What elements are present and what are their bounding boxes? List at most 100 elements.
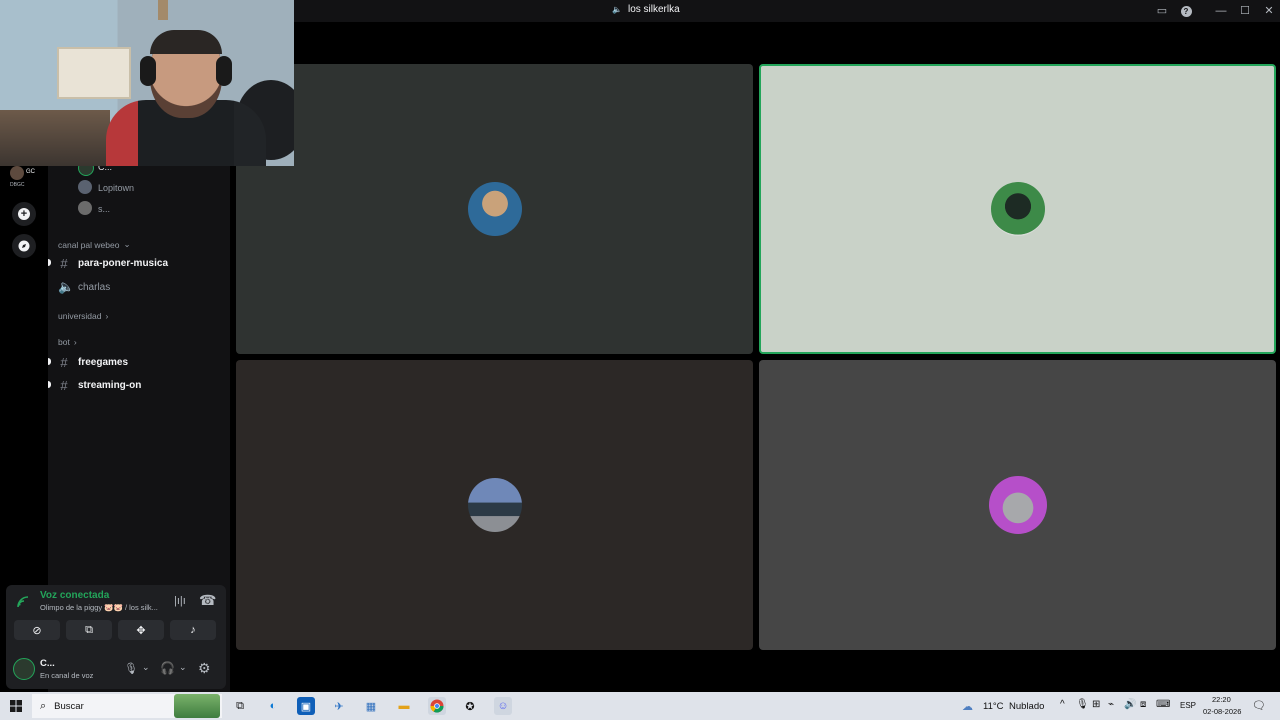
soundboard-icon: ♪ [190,624,196,636]
participant-tile[interactable] [236,360,753,650]
participant-tile[interactable] [759,360,1276,650]
channel-freegames[interactable]: # freegames [58,355,128,370]
server-abbrev: GC [26,169,35,175]
app-icon-2[interactable]: ✪ [461,697,479,715]
soundboard-button[interactable]: ♪ [170,620,216,640]
unread-indicator [48,259,51,266]
voice-member-name[interactable]: s... [98,204,110,214]
disconnect-icon[interactable]: ☎ [199,592,216,609]
webcam-overlay [0,0,294,166]
maximize-button[interactable]: ☐ [1236,3,1254,19]
clock-time[interactable]: 22:20 [1212,695,1231,704]
headphone-right [216,56,232,86]
user-avatar[interactable] [13,658,35,680]
gear-icon[interactable]: ⚙ [198,660,211,677]
user-substatus: En canal de voz [40,671,94,680]
wall-calendar [57,47,131,99]
voice-connection-panel: Voz conectada Olimpo de la piggy 🐷🐷 / lo… [6,585,226,689]
participant-tile-speaking[interactable] [759,64,1276,354]
chrome-icon[interactable] [428,697,446,715]
member-avatar[interactable] [78,180,92,194]
channel-label: para-poner-musica [78,258,169,269]
wall-object [158,0,168,20]
signal-icon[interactable] [16,595,30,609]
search-placeholder: Buscar [54,700,84,712]
category-label: bot [58,337,70,347]
participant-tile[interactable] [236,64,753,354]
server-sub: DBGC [10,182,25,188]
notifications-icon[interactable]: 🗨 [1252,699,1266,712]
server-icon[interactable] [10,166,24,180]
channel-charlas[interactable]: 🔈 charlas [58,279,110,295]
weather-text[interactable]: Nublado [1009,701,1044,712]
help-glyph: ? [1180,6,1192,17]
window-title: 🔈 los silkerlka [612,4,680,15]
participant-avatar [990,182,1045,236]
channel-label: charlas [78,281,111,293]
hash-icon: # [60,256,68,271]
channel-label: freegames [78,357,129,368]
voice-member-name[interactable]: Lopitown [98,183,134,193]
unread-indicator [48,358,51,365]
display-icon[interactable]: ⧈ [1140,699,1146,710]
unread-indicator [48,381,51,388]
chevron-down-icon: ⌄ [123,239,131,249]
store-icon[interactable]: ▣ [297,697,315,715]
microphone-tray-icon[interactable]: 🎙 [1076,699,1089,710]
channel-para-poner-musica[interactable]: # para-poner-musica [58,256,168,271]
channel-streaming-on[interactable]: # streaming-on [58,378,141,393]
voice-channel-icon: 🔈 [612,5,622,14]
headphones-icon[interactable]: 🎧 [160,661,175,675]
network-icon[interactable]: ⌁ [1108,699,1114,710]
app-icon[interactable]: ✈ [330,697,348,715]
task-view-icon[interactable]: ⧉ [231,697,249,715]
category-header[interactable]: bot › [58,337,77,347]
camera-off-button[interactable]: ⊘ [14,620,60,640]
chevron-down-icon[interactable]: ⌄ [142,662,150,673]
channel-label: streaming-on [78,380,142,391]
activities-button[interactable]: ✥ [118,620,164,640]
screen-share-button[interactable]: ⧉ [66,620,112,640]
help-icon[interactable]: ? [1177,3,1195,19]
search-highlight-image[interactable] [174,694,220,718]
chevron-up-icon[interactable]: ^ [1060,699,1065,710]
user-name[interactable]: C... [40,658,55,669]
window-title-text: los silkerlka [627,4,680,15]
discover-button[interactable] [12,234,36,258]
voice-location[interactable]: Olimpo de la piggy 🐷🐷 / los silk... [40,603,158,612]
calculator-icon[interactable]: ▦ [362,697,380,715]
taskbar: ⌕ Buscar ⧉ ◐ ▣ ✈ ▦ ▬ ✪ ☺ ☁ 11°C Nublado … [0,692,1280,720]
speaker-icon: 🔈 [58,279,75,294]
voice-stage [230,22,1280,692]
language-indicator[interactable]: ESP [1180,701,1196,710]
category-header[interactable]: universidad › [58,311,108,321]
person-hair [150,30,222,54]
inbox-icon[interactable]: ▭ [1153,3,1171,19]
chevron-down-icon[interactable]: ⌄ [179,662,187,673]
participant-avatar [467,182,522,236]
tray-app-icon[interactable]: ⊞ [1092,699,1100,710]
screen-share-icon: ⧉ [85,623,93,636]
volume-icon[interactable]: 🔊 [1124,699,1136,710]
keyboard-icon[interactable]: ⌨ [1156,699,1170,710]
microphone-icon[interactable]: 🎙 [124,662,138,675]
participant-avatar [988,476,1047,534]
clock-date[interactable]: 02-08-2026 [1203,707,1241,716]
chevron-right-icon: › [73,337,77,347]
category-header[interactable]: canal pal webeo ⌄ [58,239,131,250]
chevron-right-icon: › [105,311,109,321]
add-server-button[interactable]: + [12,202,36,226]
category-label: canal pal webeo [58,239,120,250]
edge-icon[interactable]: ◐ [264,697,282,715]
weather-temp[interactable]: 11°C [983,701,1004,712]
member-avatar[interactable] [78,201,92,215]
headphone-left [140,56,156,86]
close-button[interactable]: ✕ [1260,3,1278,19]
discord-icon[interactable]: ☺ [494,697,512,715]
windows-start-icon[interactable] [7,697,25,715]
file-explorer-icon[interactable]: ▬ [395,697,413,715]
noise-suppression-icon[interactable]: |ı|ı [174,595,186,607]
minimize-button[interactable]: — [1212,3,1230,19]
camera-off-icon: ⊘ [32,624,42,637]
hash-icon: # [60,355,68,370]
